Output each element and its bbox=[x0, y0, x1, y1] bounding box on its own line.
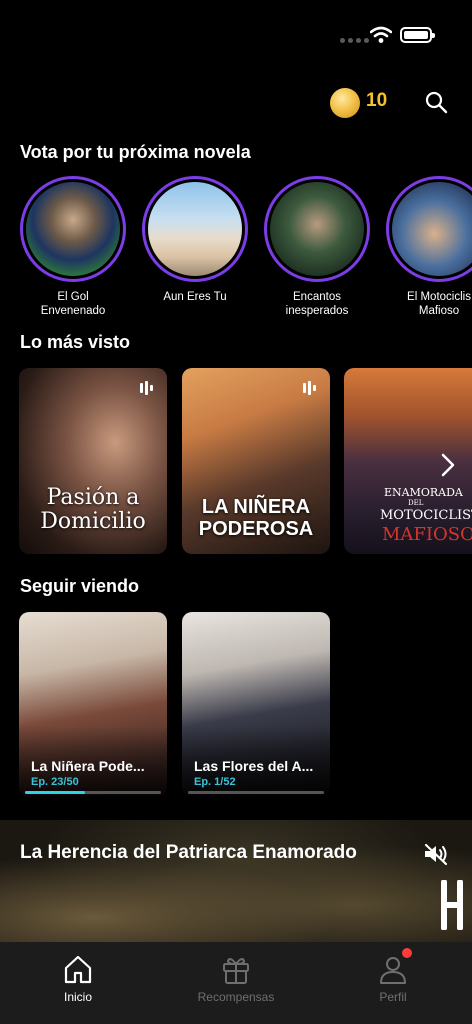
card-title-line: MOTOCICLISTA bbox=[380, 508, 472, 523]
audio-icon bbox=[140, 381, 153, 395]
continue-card[interactable]: La Niñera Pode... Ep. 23/50 bbox=[19, 612, 167, 796]
most-viewed-section-title: Lo más visto bbox=[20, 332, 131, 352]
vote-cover-image bbox=[26, 182, 120, 276]
notification-dot bbox=[402, 948, 412, 958]
battery-icon bbox=[400, 27, 435, 43]
vote-item-label: Aun Eres Tu bbox=[163, 291, 227, 303]
coin-count[interactable]: 10 bbox=[366, 90, 387, 112]
vote-cover-image bbox=[392, 182, 472, 276]
featured-title: La Herencia del Patriarca Enamorado bbox=[20, 842, 357, 863]
gift-icon bbox=[223, 958, 249, 984]
most-viewed-card[interactable]: Pasión a Domicilio bbox=[19, 368, 167, 554]
vote-item-label: Encantos inesperados bbox=[285, 291, 349, 317]
audio-icon bbox=[303, 381, 316, 395]
coin-icon[interactable] bbox=[330, 88, 360, 118]
search-icon[interactable] bbox=[424, 90, 448, 114]
card-title: Pasión a Domicilio bbox=[40, 485, 146, 534]
progress-bar bbox=[188, 791, 324, 794]
vote-cover-image bbox=[148, 182, 242, 276]
signal-icon bbox=[340, 38, 369, 43]
vote-item[interactable]: El Motociclis Mafioso bbox=[384, 176, 472, 318]
vote-section-title: Vota por tu próxima novela bbox=[20, 142, 251, 162]
episode-label: Ep. 23/50 bbox=[31, 776, 79, 788]
card-title-line: ENAMORADA bbox=[384, 486, 463, 499]
vote-item-label: El Motociclis Mafioso bbox=[407, 291, 471, 317]
nav-profile[interactable]: Perfil bbox=[343, 952, 443, 1004]
vote-cover-image bbox=[270, 182, 364, 276]
card-title: LA NIÑERA PODEROSA bbox=[198, 496, 314, 540]
nav-home[interactable]: Inicio bbox=[28, 952, 128, 1004]
banner-decoration bbox=[441, 880, 463, 930]
nav-home-label: Inicio bbox=[63, 990, 92, 1004]
continue-section-title: Seguir viendo bbox=[20, 576, 140, 596]
vote-ring bbox=[20, 176, 126, 282]
continue-card-title: La Niñera Pode... bbox=[31, 758, 145, 774]
vote-ring bbox=[142, 176, 248, 282]
vote-item[interactable]: Encantos inesperados bbox=[262, 176, 372, 318]
featured-banner[interactable]: La Herencia del Patriarca Enamorado bbox=[0, 820, 472, 942]
nav-rewards-label: Recompensas bbox=[197, 990, 275, 1004]
chevron-right-icon[interactable] bbox=[440, 452, 456, 478]
wifi-icon bbox=[370, 26, 392, 43]
home-icon bbox=[64, 955, 92, 984]
most-viewed-card[interactable]: LA NIÑERA PODEROSA bbox=[182, 368, 330, 554]
progress-bar bbox=[25, 791, 161, 794]
vote-ring bbox=[386, 176, 472, 282]
vote-item[interactable]: El Gol Envenenado bbox=[18, 176, 128, 318]
continue-card-title: Las Flores del A... bbox=[194, 758, 314, 774]
mute-icon[interactable] bbox=[422, 842, 450, 866]
nav-profile-label: Perfil bbox=[379, 990, 407, 1004]
card-title-line: MAFIOSO bbox=[382, 524, 472, 545]
continue-card[interactable]: Las Flores del A... Ep. 1/52 bbox=[182, 612, 330, 796]
vote-item-label: El Gol Envenenado bbox=[40, 291, 106, 317]
status-bar bbox=[0, 0, 472, 70]
episode-label: Ep. 1/52 bbox=[194, 776, 236, 788]
vote-item[interactable]: Aun Eres Tu bbox=[140, 176, 250, 304]
vote-ring bbox=[264, 176, 370, 282]
nav-rewards[interactable]: Recompensas bbox=[186, 952, 286, 1004]
card-title-line: DEL bbox=[408, 499, 424, 507]
vote-carousel[interactable]: El Gol Envenenado Aun Eres Tu Encantos i… bbox=[0, 176, 472, 326]
